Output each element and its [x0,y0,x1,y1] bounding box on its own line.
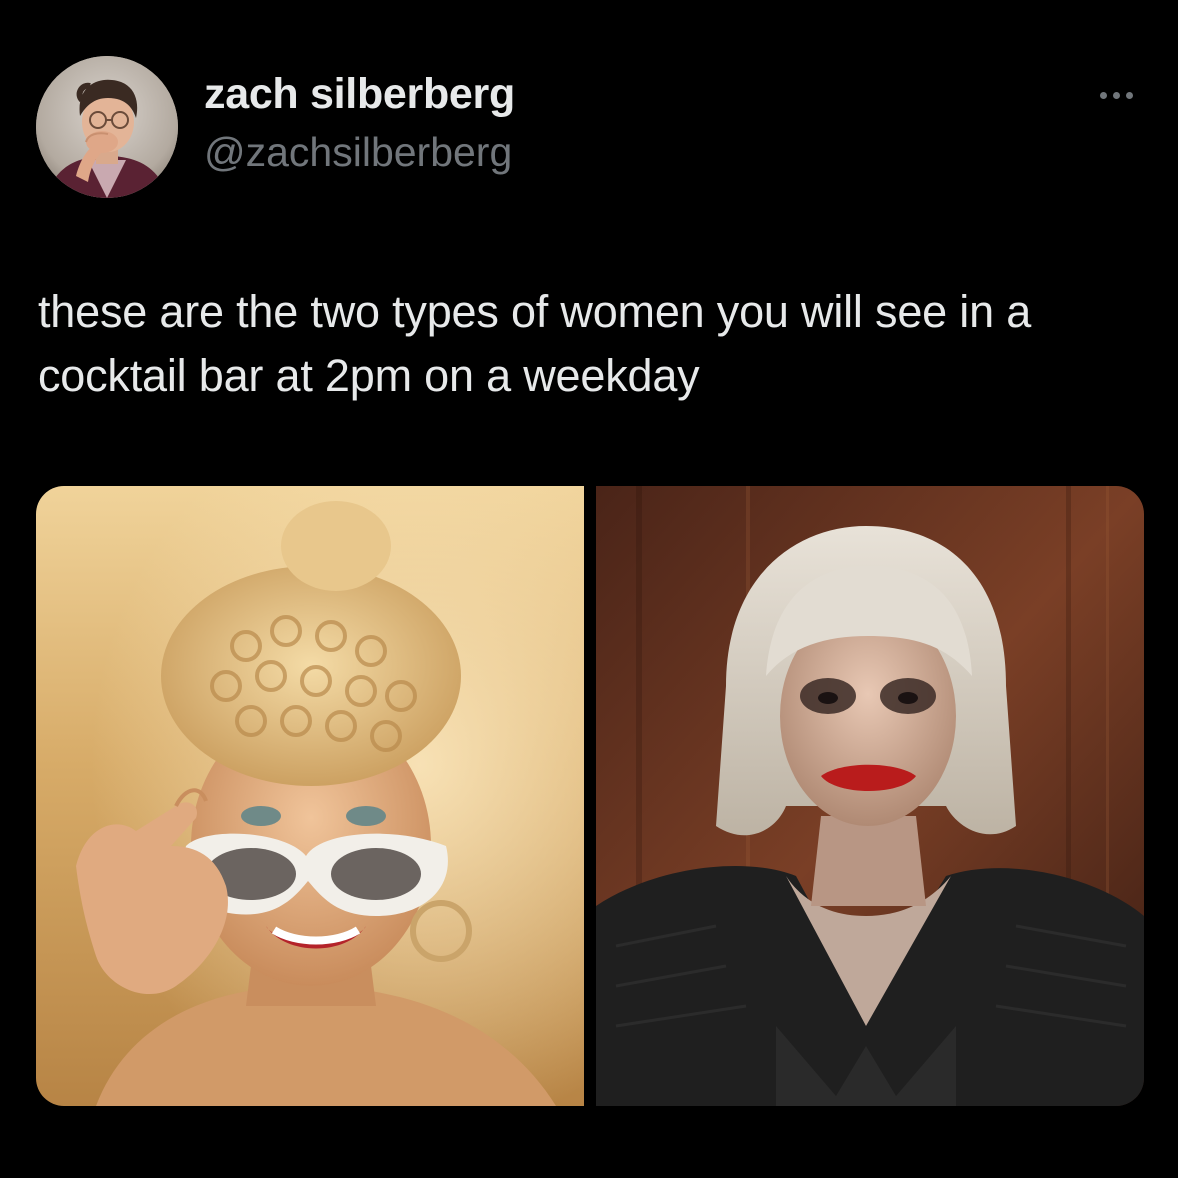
more-options-button[interactable] [1086,78,1146,112]
more-horizontal-icon [1099,91,1107,99]
author-display-name[interactable]: zach silberberg [204,68,515,120]
photo-woman-clown-makeup-icon [596,486,1144,1106]
tweet-media-grid [36,486,1144,1106]
more-dot [1125,91,1133,99]
tweet-media-photo-2[interactable] [596,486,1144,1106]
tweet-media-photo-1[interactable] [36,486,584,1106]
photo-woman-white-sunglasses-icon [36,486,584,1106]
tweet-author: zach silberberg @zachsilberberg [204,68,515,178]
tweet-card: zach silberberg @zachsilberberg these ar… [0,0,1178,1178]
more-dot [1112,91,1120,99]
tweet-text: these are the two types of women you wil… [38,286,1032,401]
author-avatar[interactable] [36,56,178,198]
author-handle[interactable]: @zachsilberberg [204,126,515,178]
user-avatar-photo-icon [36,56,178,198]
